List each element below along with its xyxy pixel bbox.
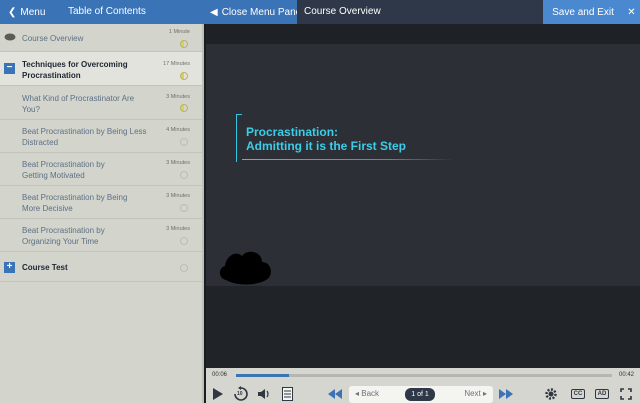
toc-item-duration: 17 Minutes bbox=[163, 61, 190, 67]
title-bracket bbox=[236, 114, 242, 162]
fullscreen-button[interactable] bbox=[618, 386, 634, 402]
slide-top-band bbox=[206, 24, 640, 44]
progress-empty-icon bbox=[180, 204, 188, 212]
rewind-button[interactable] bbox=[326, 386, 344, 402]
transcript-icon bbox=[281, 387, 293, 401]
fast-forward-button[interactable] bbox=[497, 386, 515, 402]
toc-sidebar: Course Overview 1 Minute − Techniques fo… bbox=[0, 24, 204, 403]
expand-icon[interactable]: + bbox=[4, 262, 15, 273]
volume-icon bbox=[258, 389, 269, 399]
title-underline bbox=[242, 159, 454, 160]
toc-item-organizing-time[interactable]: Beat Procrastination by Organizing Your … bbox=[0, 219, 202, 252]
toc-item-duration: 3 Minutes bbox=[166, 94, 190, 100]
close-icon: ✕ bbox=[627, 6, 636, 18]
slide-title-line-1: Procrastination: bbox=[246, 125, 339, 139]
player-controls: 00:06 00:42 10 ◂ Back 1 of 1 Next ▸ CC A… bbox=[206, 368, 640, 403]
close-button[interactable]: ✕ bbox=[623, 0, 640, 24]
toc-item-duration: 4 Minutes bbox=[166, 127, 190, 133]
next-button[interactable]: Next ▸ bbox=[464, 389, 487, 398]
progress-empty-icon bbox=[180, 171, 188, 179]
toc-item-label: Beat Procrastination by Being More Decis… bbox=[22, 193, 128, 213]
audio-description-button[interactable]: AD bbox=[594, 386, 610, 402]
toc-item-duration: 3 Minutes bbox=[166, 226, 190, 232]
page-indicator: 1 of 1 bbox=[405, 388, 435, 401]
volume-button[interactable] bbox=[256, 386, 272, 402]
toc-item-course-overview[interactable]: Course Overview 1 Minute bbox=[0, 24, 202, 52]
toc-item-less-distracted[interactable]: Beat Procrastination by Being Less Distr… bbox=[0, 120, 202, 153]
toc-item-more-decisive[interactable]: Beat Procrastination by Being More Decis… bbox=[0, 186, 202, 219]
toc-item-getting-motivated[interactable]: Beat Procrastination by Getting Motivate… bbox=[0, 153, 202, 186]
progress-empty-icon bbox=[180, 264, 188, 272]
toc-item-techniques[interactable]: − Techniques for Overcoming Procrastinat… bbox=[0, 52, 202, 86]
progress-half-icon bbox=[180, 40, 188, 48]
close-menu-panel-button[interactable]: ◀ Close Menu Panel bbox=[210, 0, 303, 24]
toc-item-duration: 3 Minutes bbox=[166, 160, 190, 166]
slide-bottom-band bbox=[206, 286, 640, 368]
toc-item-label: Beat Procrastination by Being Less Distr… bbox=[22, 127, 147, 147]
top-bar: ❮ Menu Table of Contents ◀ Close Menu Pa… bbox=[0, 0, 640, 24]
toc-item-label: Course Overview bbox=[22, 34, 84, 43]
close-menu-panel-label: Close Menu Panel bbox=[221, 6, 304, 18]
rewind-icon bbox=[328, 389, 342, 399]
cc-icon: CC bbox=[570, 389, 586, 399]
back-button[interactable]: ◂ Back bbox=[355, 389, 379, 398]
toc-item-course-test[interactable]: + Course Test bbox=[0, 252, 202, 282]
seek-bar[interactable] bbox=[236, 374, 612, 377]
toc-item-label: What Kind of Procrastinator Are You? bbox=[22, 94, 135, 114]
save-and-exit-button[interactable]: Save and Exit bbox=[543, 0, 623, 24]
toc-item-label: Beat Procrastination by Getting Motivate… bbox=[22, 160, 105, 180]
redaction-blob bbox=[219, 251, 271, 285]
progress-half-icon bbox=[180, 104, 188, 112]
triangle-left-icon: ◀ bbox=[210, 6, 218, 18]
collapse-icon[interactable]: − bbox=[4, 63, 15, 74]
slide-title-line-2: Admitting it is the First Step bbox=[246, 139, 407, 153]
toc-item-label: Beat Procrastination by Organizing Your … bbox=[22, 226, 105, 246]
settings-button[interactable] bbox=[543, 386, 559, 402]
ad-icon: AD bbox=[594, 389, 610, 399]
progress-half-icon bbox=[180, 72, 188, 80]
course-player-window: ❮ Menu Table of Contents ◀ Close Menu Pa… bbox=[0, 0, 640, 403]
save-and-exit-label: Save and Exit bbox=[552, 6, 614, 18]
time-total: 00:42 bbox=[618, 372, 634, 378]
toc-item-duration: 3 Minutes bbox=[166, 193, 190, 199]
toc-heading: Table of Contents bbox=[68, 6, 146, 17]
slide-stage: Procrastination: Admitting it is the Fir… bbox=[206, 24, 640, 368]
time-current: 00:06 bbox=[212, 372, 228, 378]
play-button[interactable] bbox=[210, 386, 226, 402]
replay-seconds: 10 bbox=[237, 391, 243, 397]
toc-item-label: Techniques for Overcoming Procrastinatio… bbox=[22, 60, 128, 80]
fast-forward-icon bbox=[499, 389, 513, 399]
progress-empty-icon bbox=[180, 237, 188, 245]
menu-button[interactable]: ❮ Menu bbox=[0, 0, 48, 24]
lesson-pointer-icon bbox=[4, 33, 16, 41]
settings-icon bbox=[545, 388, 557, 400]
closed-captions-button[interactable]: CC bbox=[570, 386, 586, 402]
fullscreen-icon bbox=[620, 388, 632, 400]
transcript-button[interactable] bbox=[280, 386, 294, 402]
toc-item-duration: 1 Minute bbox=[168, 29, 190, 35]
page-title: Course Overview bbox=[304, 6, 381, 17]
toc-item-label: Course Test bbox=[22, 263, 68, 272]
menu-label: Menu bbox=[20, 6, 46, 18]
page-navigator: ◂ Back 1 of 1 Next ▸ bbox=[349, 386, 493, 403]
play-icon bbox=[213, 388, 223, 400]
progress-empty-icon bbox=[180, 138, 188, 146]
replay-10-button[interactable]: 10 bbox=[232, 386, 250, 402]
toc-item-what-kind[interactable]: What Kind of Procrastinator Are You? 3 M… bbox=[0, 86, 202, 120]
seek-bar-fill bbox=[236, 374, 289, 377]
chevron-left-icon: ❮ bbox=[8, 6, 17, 18]
